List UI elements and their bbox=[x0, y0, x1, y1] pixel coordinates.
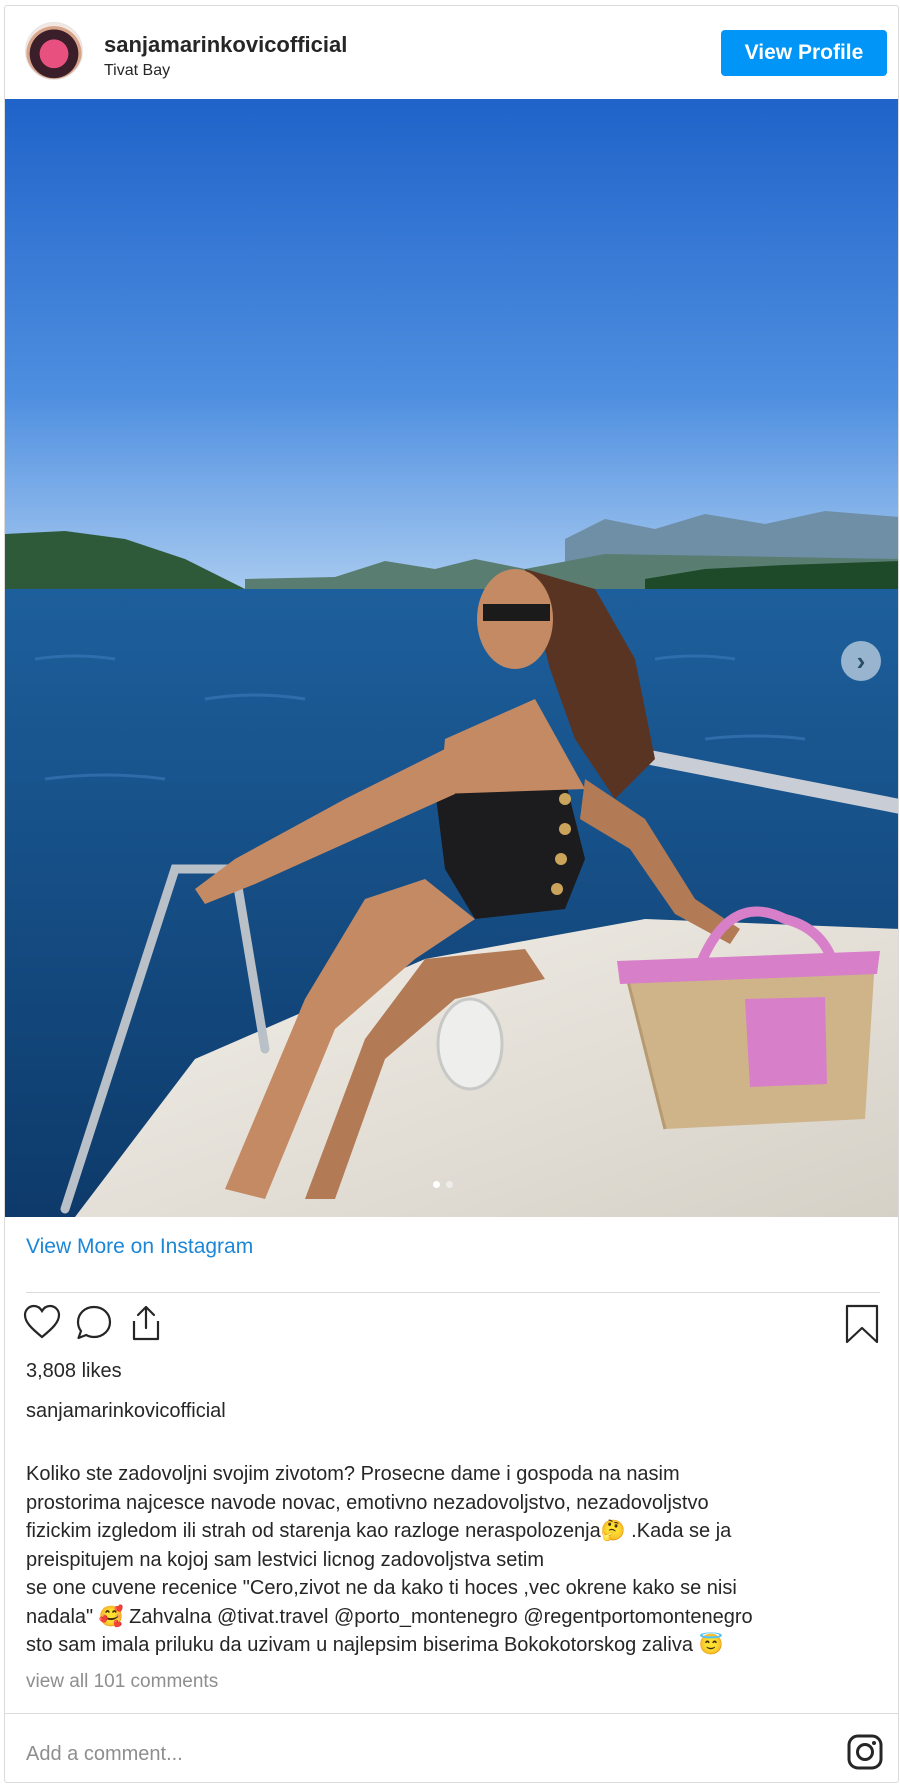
caption-username[interactable]: sanjamarinkovicofficial bbox=[26, 1400, 226, 1423]
caption-line: Koliko ste zadovoljni svojim zivotom? Pr… bbox=[26, 1463, 680, 1485]
heart-icon bbox=[23, 1304, 61, 1339]
instagram-embed-card: sanjamarinkovicofficial Tivat Bay View P… bbox=[4, 5, 899, 1783]
caption-line: prostorima najcesce navode novac, emotiv… bbox=[26, 1491, 709, 1514]
profile-avatar[interactable] bbox=[25, 22, 83, 80]
divider bbox=[26, 1292, 880, 1293]
view-profile-button[interactable]: View Profile bbox=[721, 30, 887, 76]
bookmark-icon bbox=[845, 1304, 879, 1344]
share-icon bbox=[132, 1305, 160, 1341]
like-button[interactable] bbox=[23, 1304, 61, 1345]
add-comment-input[interactable]: Add a comment... bbox=[26, 1743, 183, 1766]
comment-icon bbox=[76, 1305, 112, 1340]
carousel-dots bbox=[433, 1181, 453, 1188]
divider bbox=[5, 1713, 898, 1714]
header-username[interactable]: sanjamarinkovicofficial bbox=[104, 32, 347, 58]
caption-line: nadala" 🥰 Zahvalna @tivat.travel @porto_… bbox=[26, 1605, 753, 1628]
next-photo-button[interactable]: › bbox=[841, 641, 881, 681]
instagram-icon bbox=[847, 1734, 883, 1770]
chevron-right-icon: › bbox=[856, 646, 866, 676]
location-link[interactable]: Tivat Bay bbox=[104, 62, 170, 80]
share-button[interactable] bbox=[127, 1304, 165, 1347]
view-all-comments-link[interactable]: view all 101 comments bbox=[26, 1671, 218, 1693]
like-count[interactable]: 3,808 likes bbox=[26, 1360, 122, 1383]
caption-line: fizickim izgledom ili strah od starenja … bbox=[26, 1520, 732, 1542]
post-header: sanjamarinkovicofficial Tivat Bay View P… bbox=[5, 6, 898, 99]
carousel-dot bbox=[446, 1181, 453, 1188]
comment-button[interactable] bbox=[75, 1304, 113, 1347]
caption-line: preispitujem na kojoj sam lestvici licno… bbox=[26, 1548, 544, 1571]
post-caption: Koliko ste zadovoljni svojim zivotom? Pr… bbox=[26, 1460, 896, 1660]
post-photo[interactable]: › bbox=[5, 99, 898, 1217]
view-more-link[interactable]: View More on Instagram bbox=[26, 1235, 253, 1259]
caption-line: se one cuvene recenice "Cero,zivot ne da… bbox=[26, 1577, 737, 1599]
caption-line: sto sam imala priluku da uzivam u najlep… bbox=[26, 1634, 724, 1656]
instagram-logo-link[interactable] bbox=[847, 1734, 883, 1775]
save-button[interactable] bbox=[844, 1304, 880, 1349]
carousel-dot bbox=[433, 1181, 440, 1188]
photo-illustration bbox=[5, 99, 898, 1217]
